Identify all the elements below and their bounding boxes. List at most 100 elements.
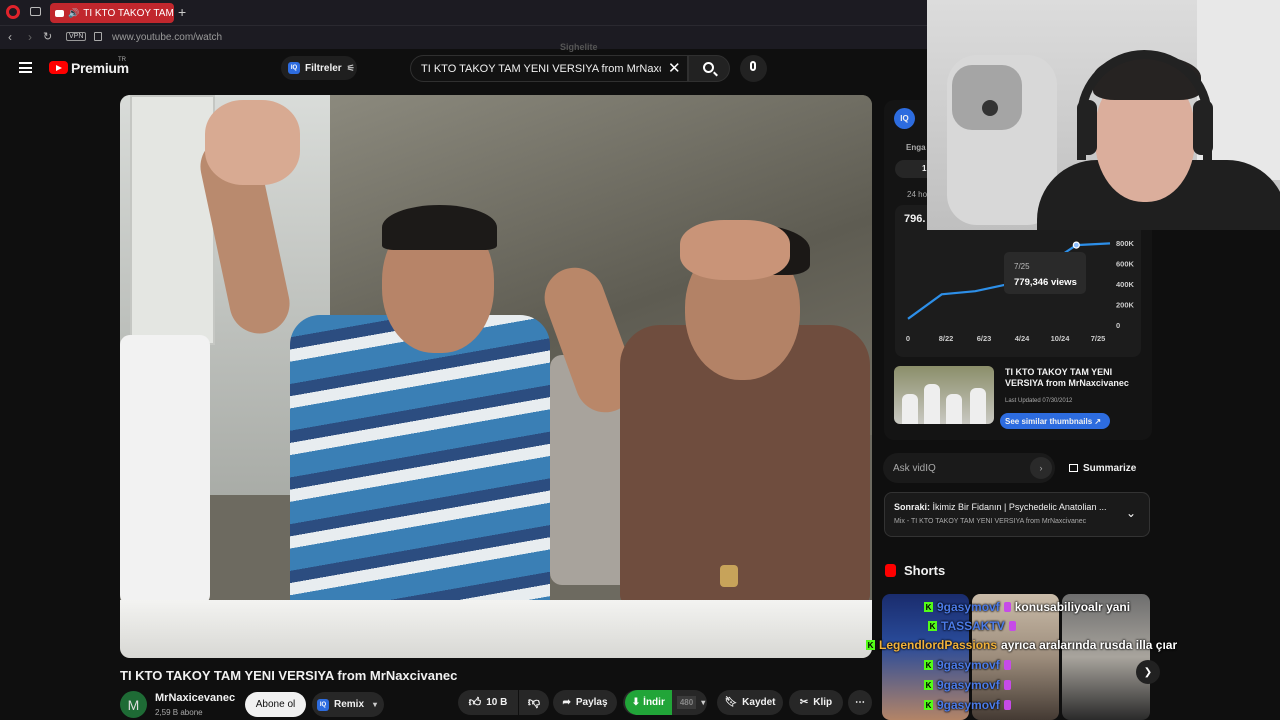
reload-icon[interactable]: ↻ xyxy=(43,30,52,43)
tune-icon: ⚟ xyxy=(346,62,355,73)
engagement-label: Enga xyxy=(906,143,926,152)
emote-icon xyxy=(1003,700,1011,710)
similar-thumbnail[interactable] xyxy=(894,366,994,424)
webcam-chair-headrest xyxy=(952,65,1022,130)
clip-button[interactable]: ✂ Klip xyxy=(789,690,843,715)
video-frame-person-left xyxy=(120,335,210,605)
download-button[interactable]: ⬇ İndir 480 ▾ xyxy=(623,690,707,715)
up-next-prefix: Sonraki: xyxy=(894,502,931,512)
chat-message: K 9gasymovf xyxy=(924,678,1011,692)
x-tick-label: 10/24 xyxy=(1051,334,1071,343)
emote-icon xyxy=(1003,680,1011,690)
microphone-icon xyxy=(750,61,756,71)
vidiq-logo-icon[interactable]: IQ xyxy=(894,108,915,129)
chat-message: K TASSAKTV xyxy=(928,619,1016,633)
voice-search-button[interactable] xyxy=(740,55,767,82)
kick-badge-icon: K xyxy=(928,621,937,631)
summary-icon xyxy=(1069,464,1078,472)
download-main[interactable]: ⬇ İndir xyxy=(624,690,672,715)
chat-text: ayrıca aralarında rusda illa çıar xyxy=(1001,638,1178,652)
thumb-figure xyxy=(924,384,940,424)
forward-icon[interactable]: › xyxy=(28,30,32,44)
streamer-webcam xyxy=(927,0,1280,230)
up-next-playlist: Mix - TI KTO TAKOY TAM YENI VERSIYA from… xyxy=(894,518,1087,525)
share-button[interactable]: ➦ Paylaş xyxy=(553,690,617,715)
stream-chat-overlay: K 9gasymovf konusabiliyoalr yani K TASSA… xyxy=(866,598,1226,720)
subscriber-count: 2,59 B abone xyxy=(155,708,203,717)
save-label: Kaydet xyxy=(742,697,776,708)
chat-username: 9gasymovf xyxy=(937,658,1000,672)
new-tab-icon[interactable]: + xyxy=(178,4,186,20)
chat-text: konusabiliyoalr yani xyxy=(1014,600,1131,614)
chat-message: K 9gasymovf konusabiliyoalr yani xyxy=(924,600,1130,614)
up-next-title[interactable]: Sonraki: İkimiz Bir Fidanın | Psychedeli… xyxy=(894,502,1106,512)
channel-name[interactable]: MrNaxicevanec xyxy=(155,692,235,704)
video-player[interactable] xyxy=(120,95,872,658)
thumb-figure xyxy=(902,394,918,424)
kick-badge-icon: K xyxy=(924,680,933,690)
similar-title[interactable]: TI KTO TAKOY TAM YENI VERSIYA from MrNax… xyxy=(1005,367,1145,389)
video-frame-hand-on-head xyxy=(680,220,790,280)
webcam-headphone-cup xyxy=(1077,100,1097,155)
search-icon xyxy=(703,62,714,73)
clear-search-icon[interactable]: ✕ xyxy=(668,59,681,77)
vpn-badge[interactable]: VPN xyxy=(66,32,87,41)
like-button[interactable]: 👍︎ 10 B xyxy=(458,690,518,715)
menu-icon[interactable] xyxy=(19,62,32,73)
chevron-down-icon[interactable]: ▾ xyxy=(373,700,377,709)
ask-vidiq-input[interactable] xyxy=(893,462,1023,474)
remix-button[interactable]: IQ Remix ▾ xyxy=(312,692,384,717)
views-chart: 800K 600K 400K 200K 0 0 8/22 6/23 4/24 10/24 7/25… xyxy=(906,239,1135,343)
back-icon[interactable]: ‹ xyxy=(8,30,12,44)
tab-title: TI KTO TAKOY TAM YE xyxy=(83,7,174,19)
chat-username: 9gasymovf xyxy=(937,678,1000,692)
speaker-icon[interactable]: 🔊 xyxy=(68,8,79,19)
like-count: 10 B xyxy=(486,697,508,708)
shorts-heading: Shorts xyxy=(904,563,946,578)
y-tick-labels: 800K 600K 400K 200K 0 xyxy=(1116,239,1135,330)
x-tick-label: 0 xyxy=(906,334,910,343)
lock-icon[interactable] xyxy=(94,32,102,41)
youtube-logo-icon[interactable] xyxy=(49,61,68,74)
subscribe-button[interactable]: Abone ol xyxy=(245,692,306,717)
quality-select[interactable]: 480 xyxy=(676,696,697,709)
filters-button[interactable]: IQ Filtreler ⚟ xyxy=(281,56,357,80)
video-frame-watch xyxy=(720,565,738,587)
opera-logo-icon[interactable] xyxy=(6,5,20,19)
period-label: 24 ho xyxy=(907,190,928,199)
shorts-icon xyxy=(885,564,896,577)
views-last-point xyxy=(1072,241,1080,249)
chart-tooltip: 7/25 779,346 views xyxy=(1004,252,1086,294)
stream-watermark: Sighelite xyxy=(560,42,598,52)
tab-islands-icon[interactable] xyxy=(30,7,41,16)
search-input[interactable] xyxy=(421,62,661,75)
dislike-button[interactable]: 👎︎ xyxy=(519,690,549,715)
chevron-right-icon[interactable]: › xyxy=(1030,457,1052,479)
up-next-card[interactable] xyxy=(884,492,1150,537)
video-frame-striped-shirt xyxy=(290,315,550,615)
chat-username: TASSAKTV xyxy=(941,619,1005,633)
chat-username: 9gasymovf xyxy=(937,698,1000,712)
url-field[interactable]: www.youtube.com/watch xyxy=(112,32,222,43)
thumbs-up-icon: 👍︎ xyxy=(468,695,482,709)
search-button[interactable] xyxy=(688,55,730,82)
save-button[interactable]: 🔖︎ Kaydet xyxy=(717,690,783,715)
y-tick-label: 400K xyxy=(1116,280,1135,289)
x-tick-labels: 0 8/22 6/23 4/24 10/24 7/25 xyxy=(906,334,1105,343)
chat-message: K 9gasymovf xyxy=(924,658,1011,672)
y-tick-label: 200K xyxy=(1116,301,1135,310)
clip-label: Klip xyxy=(813,697,833,708)
channel-avatar[interactable]: M xyxy=(120,691,147,718)
summarize-button[interactable]: Summarize xyxy=(1064,453,1150,483)
chevron-down-icon[interactable]: ⌄ xyxy=(1126,506,1136,520)
see-similar-thumbnails-button[interactable]: See similar thumbnails ↗ xyxy=(1000,413,1110,429)
region-code: TR xyxy=(118,57,126,63)
emote-icon xyxy=(1003,660,1011,670)
browser-tab-active[interactable]: 🔊 TI KTO TAKOY TAM YE xyxy=(50,3,174,23)
thumb-figure xyxy=(946,394,962,424)
search-box[interactable] xyxy=(410,55,688,82)
chat-username: LegendlordPassions xyxy=(879,638,998,652)
download-label: İndir xyxy=(643,697,665,708)
y-tick-label: 0 xyxy=(1116,321,1120,330)
chevron-down-icon[interactable]: ▾ xyxy=(701,698,705,707)
